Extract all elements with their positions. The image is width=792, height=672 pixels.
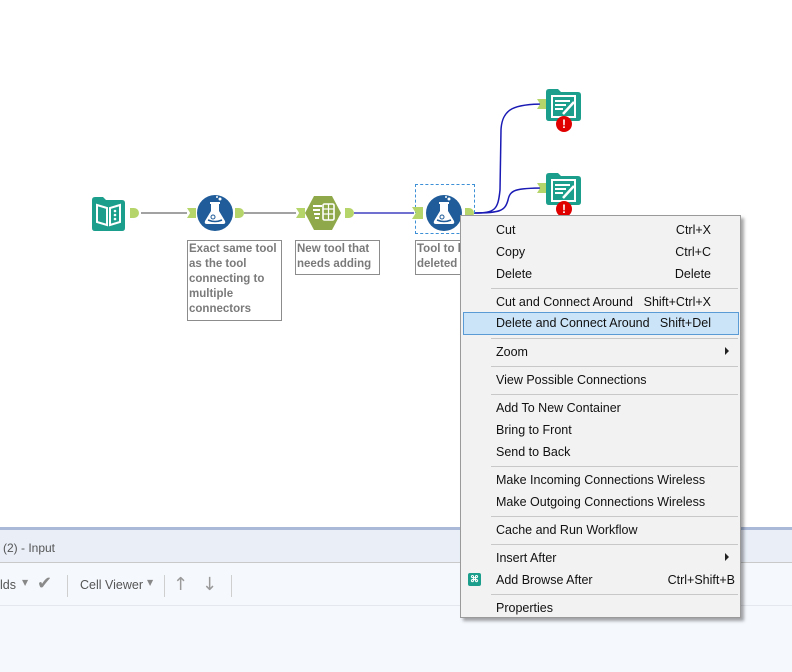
fields-dropdown[interactable]: lds	[0, 578, 16, 592]
table-icon	[305, 196, 341, 230]
menu-item-cache-and-run[interactable]: Cache and Run Workflow	[463, 519, 739, 541]
menu-item-label: Send to Back	[496, 445, 571, 459]
tool-annotation: Exact same tool as the tool connecting t…	[187, 240, 282, 321]
menu-item-add-browse-after[interactable]: ⌘ Add Browse After Ctrl+Shift+B	[463, 569, 739, 591]
menu-item-label: Cut	[496, 223, 516, 237]
menu-separator	[491, 394, 738, 395]
menu-item-shortcut: Ctrl+Shift+B	[667, 573, 735, 587]
context-menu: Cut Ctrl+X Copy Ctrl+C Delete Delete Cut…	[460, 215, 741, 618]
formula-tool-2[interactable]	[425, 194, 463, 232]
menu-item-view-possible-connections[interactable]: View Possible Connections	[463, 369, 739, 391]
menu-separator	[491, 288, 738, 289]
menu-item-label: Add Browse After	[496, 573, 593, 587]
menu-item-shortcut: Delete	[674, 267, 711, 281]
flask-icon	[426, 195, 462, 231]
chevron-down-icon[interactable]: ▼	[22, 578, 28, 587]
arrow-up-icon[interactable]: ↑	[173, 574, 188, 595]
menu-item-label: Zoom	[496, 345, 528, 359]
tool-annotation: New tool that needs adding	[295, 240, 380, 275]
menu-item-make-incoming-wireless[interactable]: Make Incoming Connections Wireless	[463, 469, 739, 491]
menu-item-bring-to-front[interactable]: Bring to Front	[463, 419, 739, 441]
menu-item-insert-after[interactable]: Insert After	[463, 547, 739, 569]
menu-item-delete[interactable]: Delete Delete	[463, 263, 739, 285]
connection-formula2-to-output2[interactable]	[473, 187, 546, 214]
menu-item-add-to-new-container[interactable]: Add To New Container	[463, 397, 739, 419]
arrow-down-icon[interactable]: ↓	[202, 574, 217, 595]
toolbar-divider	[231, 575, 232, 597]
menu-item-label: Delete and Connect Around	[496, 316, 650, 330]
menu-item-zoom[interactable]: Zoom	[463, 341, 739, 363]
menu-item-properties[interactable]: Properties	[463, 597, 739, 619]
chevron-down-icon[interactable]: ▼	[147, 578, 153, 587]
menu-item-label: View Possible Connections	[496, 373, 647, 387]
menu-item-send-to-back[interactable]: Send to Back	[463, 441, 739, 463]
menu-separator	[491, 544, 738, 545]
menu-separator	[491, 338, 738, 339]
menu-item-label: Delete	[496, 267, 533, 281]
cell-viewer-dropdown[interactable]: Cell Viewer	[80, 578, 143, 592]
menu-item-label: Make Outgoing Connections Wireless	[496, 495, 706, 509]
results-title: (2) - Input	[3, 541, 56, 555]
menu-item-label: Make Incoming Connections Wireless	[496, 473, 706, 487]
menu-item-label: Properties	[496, 601, 553, 615]
flask-icon	[197, 195, 233, 231]
menu-item-label: Copy	[496, 245, 526, 259]
toolbar-divider	[164, 575, 165, 597]
checkmark-icon[interactable]: ✔	[37, 573, 52, 594]
menu-separator	[491, 466, 738, 467]
toolbar-divider	[67, 575, 68, 597]
menu-item-shortcut: Ctrl+C	[675, 245, 711, 259]
menu-separator	[491, 594, 738, 595]
menu-item-label: Bring to Front	[496, 423, 572, 437]
menu-item-label: Insert After	[496, 551, 557, 565]
menu-item-cut[interactable]: Cut Ctrl+X	[463, 219, 739, 241]
menu-item-delete-and-connect-around[interactable]: Delete and Connect Around Shift+Del	[463, 312, 739, 335]
input-data-tool[interactable]	[90, 196, 127, 232]
menu-item-label: Cut and Connect Around	[496, 295, 633, 309]
output-data-tool-1[interactable]: !	[545, 88, 583, 132]
menu-item-make-outgoing-wireless[interactable]: Make Outgoing Connections Wireless	[463, 491, 739, 513]
output-data-tool-2[interactable]: !	[545, 172, 583, 217]
menu-item-shortcut: Shift+Del	[659, 316, 711, 330]
menu-item-shortcut: Ctrl+X	[675, 223, 711, 237]
menu-item-label: Cache and Run Workflow	[496, 523, 638, 537]
menu-separator	[491, 516, 738, 517]
error-icon: !	[556, 116, 572, 132]
menu-item-label: Add To New Container	[496, 401, 621, 415]
menu-item-shortcut: Shift+Ctrl+X	[643, 295, 711, 309]
select-tool[interactable]	[304, 194, 342, 232]
book-icon	[92, 197, 125, 231]
menu-item-cut-and-connect-around[interactable]: Cut and Connect Around Shift+Ctrl+X	[463, 291, 739, 313]
submenu-arrow-icon	[725, 553, 729, 561]
menu-item-copy[interactable]: Copy Ctrl+C	[463, 241, 739, 263]
binoculars-icon: ⌘	[468, 573, 481, 586]
menu-separator	[491, 366, 738, 367]
submenu-arrow-icon	[725, 347, 729, 355]
formula-tool-1[interactable]	[196, 194, 234, 232]
